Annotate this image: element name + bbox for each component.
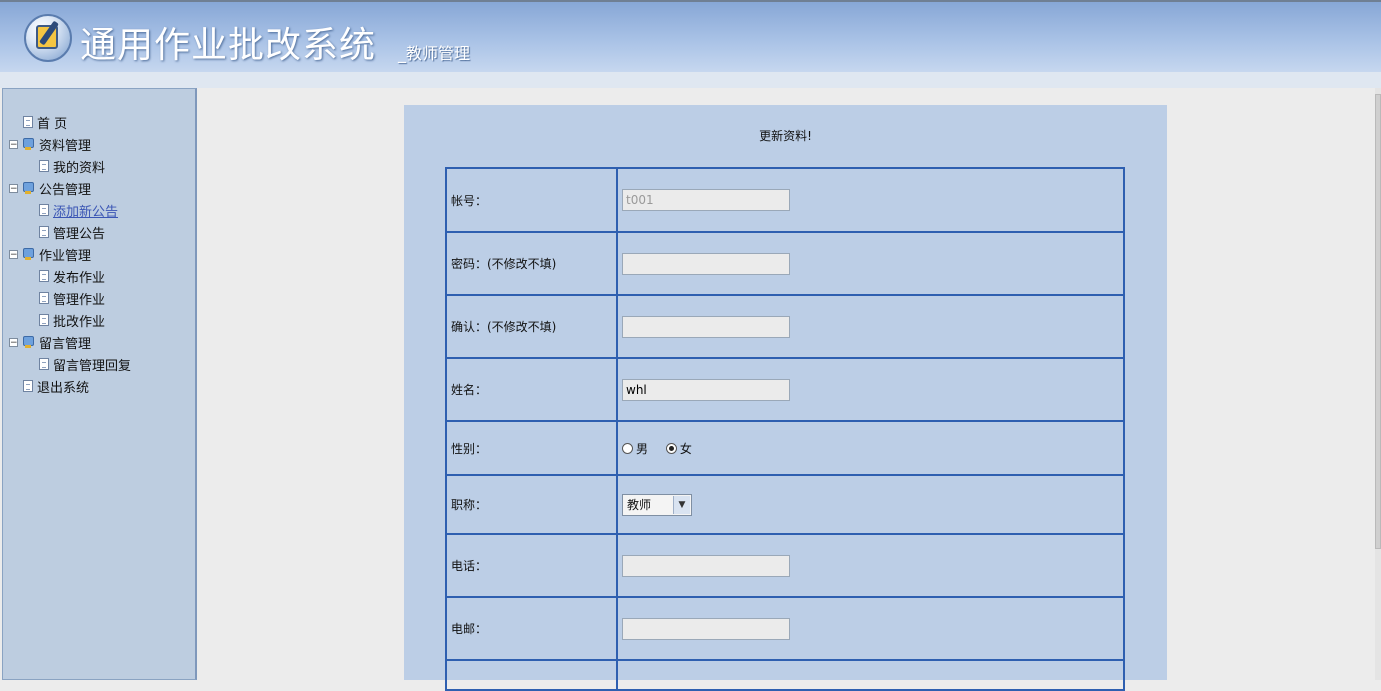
profile-form: 帐号： 密码：(不修改不填) 确认：(不修改不填) 姓名：: [445, 167, 1125, 691]
gender-male-option[interactable]: 男: [622, 440, 648, 457]
collapse-icon[interactable]: −: [9, 139, 18, 149]
page-icon: [39, 314, 49, 326]
collapse-icon[interactable]: −: [9, 337, 18, 347]
sidebar-group-announcements[interactable]: − 公告管理: [3, 177, 131, 199]
folder-icon: [22, 181, 34, 195]
app-logo-icon: [24, 14, 72, 62]
phone-label: 电话：: [445, 533, 618, 598]
page-icon: [39, 204, 49, 216]
page-icon: [23, 116, 33, 128]
page-icon: [39, 226, 49, 238]
title-select-value: 教师: [627, 498, 652, 512]
scrollbar-thumb[interactable]: [1375, 94, 1381, 549]
title-select[interactable]: 教师 ▼: [622, 493, 692, 516]
collapse-icon[interactable]: −: [9, 183, 18, 193]
password-field[interactable]: [622, 252, 790, 275]
title-label: 职称：: [445, 474, 618, 535]
sidebar-group-homework[interactable]: − 作业管理: [3, 243, 131, 265]
sidebar-item-grade-homework[interactable]: 批改作业: [3, 309, 131, 331]
sidebar-item-label: 资料管理: [39, 138, 92, 154]
page-icon: [39, 160, 49, 172]
sidebar-group-profile[interactable]: − 资料管理: [3, 133, 131, 155]
sidebar-item-label: 首 页: [37, 116, 68, 132]
collapse-icon[interactable]: −: [9, 249, 18, 259]
page-title: 更新资料!: [759, 129, 812, 143]
sidebar-item-reply-messages[interactable]: 留言管理回复: [3, 353, 131, 375]
sidebar-item-publish-homework[interactable]: 发布作业: [3, 265, 131, 287]
sidebar: 首 页 − 资料管理 我的资料 − 公告管理 添加新公告 管理公告 − 作业管理: [2, 88, 197, 680]
folder-icon: [22, 335, 34, 349]
form-row-empty: [445, 659, 618, 691]
sidebar-item-label: 管理作业: [53, 292, 106, 308]
sidebar-item-label[interactable]: 添加新公告: [53, 201, 118, 220]
confirm-password-field[interactable]: [622, 315, 790, 338]
sidebar-group-messages[interactable]: − 留言管理: [3, 331, 131, 353]
page-scrollbar[interactable]: [1375, 88, 1381, 680]
chevron-down-icon[interactable]: ▼: [673, 495, 690, 514]
gender-female-label: 女: [679, 441, 692, 456]
page-icon: [23, 380, 33, 392]
sidebar-item-my-profile[interactable]: 我的资料: [3, 155, 131, 177]
sidebar-item-logout[interactable]: 退出系统: [3, 375, 131, 397]
page-icon: [39, 270, 49, 282]
sidebar-item-label: 留言管理回复: [53, 358, 132, 374]
name-field[interactable]: [622, 378, 790, 401]
header-divider-bar: [0, 72, 1381, 88]
name-label: 姓名：: [445, 357, 618, 422]
gender-male-label: 男: [636, 441, 649, 456]
gender-female-radio[interactable]: [665, 442, 677, 454]
folder-icon: [22, 137, 34, 151]
gender-male-radio[interactable]: [622, 442, 633, 454]
update-profile-panel: 更新资料! 帐号： 密码：(不修改不填) 确认：(不修改不填): [404, 105, 1167, 691]
confirm-password-label: 确认：(不修改不填): [445, 294, 618, 359]
app-subtitle: _教师管理: [398, 44, 471, 63]
main-content: 更新资料! 帐号： 密码：(不修改不填) 确认：(不修改不填): [197, 88, 1375, 691]
app-title: 通用作业批改系统: [80, 25, 377, 66]
sidebar-item-label: 作业管理: [39, 248, 92, 264]
sidebar-item-label: 留言管理: [39, 336, 92, 352]
sidebar-item-manage-homework[interactable]: 管理作业: [3, 287, 131, 309]
phone-field[interactable]: [622, 554, 790, 577]
email-field[interactable]: [622, 617, 790, 640]
folder-icon: [22, 247, 34, 261]
sidebar-item-manage-announcements[interactable]: 管理公告: [3, 221, 131, 243]
gender-female-option[interactable]: 女: [665, 440, 692, 457]
page-icon: [39, 358, 49, 370]
sidebar-item-add-announcement[interactable]: 添加新公告: [3, 199, 131, 221]
page-icon: [39, 292, 49, 304]
sidebar-item-label: 管理公告: [53, 226, 106, 242]
gender-label: 性别：: [445, 420, 618, 476]
account-field[interactable]: [622, 189, 790, 211]
password-label: 密码：(不修改不填): [445, 231, 618, 296]
app-header: 通用作业批改系统 _教师管理: [0, 0, 1381, 72]
sidebar-item-label: 批改作业: [53, 314, 106, 330]
sidebar-item-label: 我的资料: [53, 160, 106, 176]
sidebar-item-label: 退出系统: [37, 380, 90, 396]
sidebar-item-label: 公告管理: [39, 182, 92, 198]
sidebar-item-home[interactable]: 首 页: [3, 111, 131, 133]
sidebar-tree: 首 页 − 资料管理 我的资料 − 公告管理 添加新公告 管理公告 − 作业管理: [3, 111, 131, 397]
sidebar-item-label: 发布作业: [53, 270, 106, 286]
email-label: 电邮：: [445, 596, 618, 661]
account-label: 帐号：: [445, 167, 618, 233]
